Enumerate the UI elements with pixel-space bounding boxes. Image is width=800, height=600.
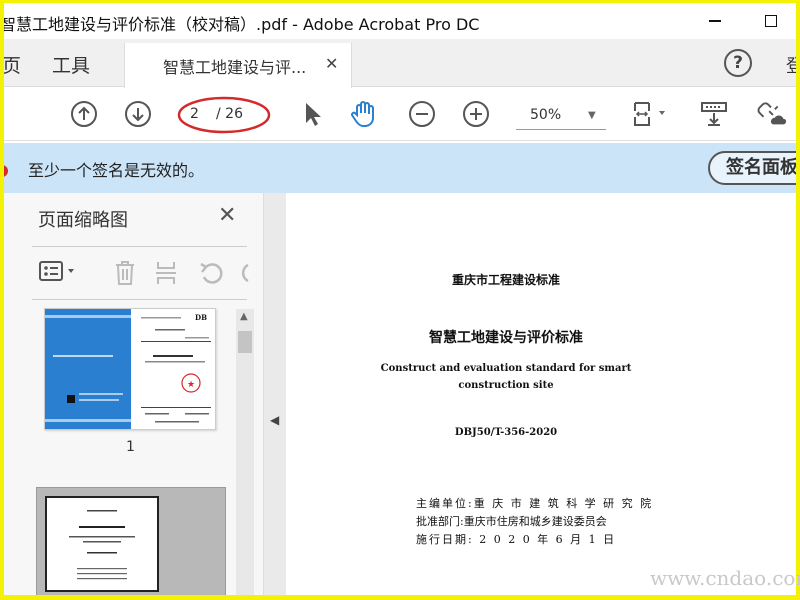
doc-date: 施行日期: 2 0 2 0 年 6 月 1 日 — [416, 533, 617, 546]
hand-tool-button[interactable] — [348, 98, 380, 130]
zoom-in-button[interactable] — [460, 98, 492, 130]
rotate-left-icon — [200, 262, 223, 284]
panel-collapse-strip: ◀ — [264, 193, 286, 595]
doc-editor: 主编单位:重 庆 市 建 筑 科 学 研 究 院 — [416, 497, 654, 510]
page-total: / 26 — [216, 106, 243, 122]
options-menu-button[interactable] — [38, 259, 86, 289]
maximize-icon — [765, 15, 777, 27]
next-page-button[interactable] — [122, 98, 154, 130]
insert-page-icon — [156, 262, 176, 284]
minimize-button[interactable] — [692, 3, 738, 39]
page-current[interactable]: 2 — [190, 106, 199, 122]
divider — [32, 299, 247, 300]
zoom-value: 50% — [530, 107, 562, 123]
fit-page-icon — [634, 102, 665, 126]
scroll-mode-button[interactable] — [698, 98, 730, 130]
tab-tools[interactable]: 工具 — [52, 51, 90, 78]
rotate-cw-button[interactable] — [236, 259, 250, 291]
scroll-thumb[interactable] — [238, 331, 252, 353]
tab-document-label: 智慧工地建设与评... — [163, 58, 307, 77]
signature-panel-button[interactable]: 签名面板 — [708, 151, 796, 185]
title-bar: 智慧工地建设与评价标准（校对稿）.pdf - Adobe Acrobat Pro… — [4, 3, 796, 39]
scroll-mode-icon — [701, 102, 727, 126]
page-thumbnail-1[interactable]: DB ★ — [44, 308, 216, 430]
sign-in-button[interactable]: 登 — [786, 52, 796, 78]
plus-circle-icon — [463, 101, 489, 127]
warning-dot-icon — [4, 165, 8, 177]
rotate-right-icon — [241, 263, 249, 283]
doc-approver: 批准部门:重庆市住房和城乡建设委员会 — [416, 515, 607, 528]
hand-icon — [351, 101, 374, 127]
signature-warning-bar: 至少一个签名是无效的。 签名面板 — [4, 143, 796, 193]
thumbnail-scrollbar[interactable]: ▲ — [236, 309, 254, 595]
thumbnail-tools — [32, 253, 252, 291]
doc-title-en-1: Construct and evaluation standard for sm… — [380, 363, 632, 374]
tab-home[interactable]: 页 — [4, 51, 21, 78]
page-display-button[interactable] — [630, 98, 672, 130]
doc-code: DBJ50/T-356-2020 — [454, 427, 558, 438]
window-title: 智慧工地建设与评价标准（校对稿）.pdf - Adobe Acrobat Pro… — [4, 15, 480, 34]
list-options-icon — [39, 261, 74, 281]
panel-title: 页面缩略图 — [38, 210, 128, 231]
doc-title-cn: 智慧工地建设与评价标准 — [429, 330, 583, 346]
doc-org: 重庆市工程建设标准 — [451, 273, 560, 287]
delete-page-button[interactable] — [112, 259, 138, 291]
page-thumbnail-2-selected[interactable] — [36, 487, 226, 595]
thumbnail-1-preview: DB ★ — [45, 309, 211, 429]
page-thumbnails-panel: 页面缩略图 ✕ DB ★ 1 ▲ — [4, 193, 264, 595]
previous-page-button[interactable] — [68, 98, 100, 130]
toolbar: 2 / 26 50% ▼ — [4, 88, 796, 141]
arrow-down-circle-icon — [125, 101, 151, 127]
zoom-dropdown[interactable]: 50% ▼ — [516, 102, 606, 130]
close-tab-icon[interactable]: ✕ — [325, 54, 338, 73]
divider — [32, 246, 247, 247]
page-number-field[interactable]: 2 / 26 — [177, 96, 272, 134]
svg-text:DB: DB — [195, 313, 207, 322]
minus-circle-icon — [409, 101, 435, 127]
cursor-arrow-icon — [306, 103, 321, 126]
help-button[interactable]: ? — [724, 49, 752, 77]
collapse-panel-icon[interactable]: ◀ — [270, 413, 279, 427]
site-watermark: www.cndao.com — [650, 566, 800, 590]
zoom-out-button[interactable] — [406, 98, 438, 130]
minimize-icon — [709, 20, 721, 22]
page-thumbnail-2[interactable] — [45, 496, 159, 592]
scroll-up-icon[interactable]: ▲ — [240, 311, 248, 322]
maximize-button[interactable] — [748, 3, 794, 39]
doc-title-en-2: construction site — [458, 380, 554, 391]
link-cloud-icon — [757, 102, 787, 125]
thumbnail-2-preview — [69, 510, 135, 580]
acrobat-window: 智慧工地建设与评价标准（校对稿）.pdf - Adobe Acrobat Pro… — [4, 3, 796, 595]
extract-page-button[interactable] — [154, 259, 182, 291]
select-tool-button[interactable] — [296, 98, 328, 130]
share-link-button[interactable] — [756, 98, 788, 130]
thumbnail-1-label: 1 — [126, 439, 135, 455]
svg-text:★: ★ — [187, 380, 195, 390]
arrow-up-circle-icon — [71, 101, 97, 127]
signature-warning-text: 至少一个签名是无效的。 — [28, 161, 205, 180]
close-panel-icon[interactable]: ✕ — [218, 203, 236, 228]
chevron-down-icon: ▼ — [588, 110, 596, 121]
document-page: 重庆市工程建设标准 智慧工地建设与评价标准 Construct and eval… — [286, 193, 796, 595]
rotate-ccw-button[interactable] — [198, 259, 226, 291]
tab-document[interactable]: 智慧工地建设与评... ✕ — [124, 43, 352, 88]
trash-icon — [116, 261, 134, 285]
tab-bar: 页 工具 智慧工地建设与评... ✕ ? 登 — [4, 39, 796, 88]
